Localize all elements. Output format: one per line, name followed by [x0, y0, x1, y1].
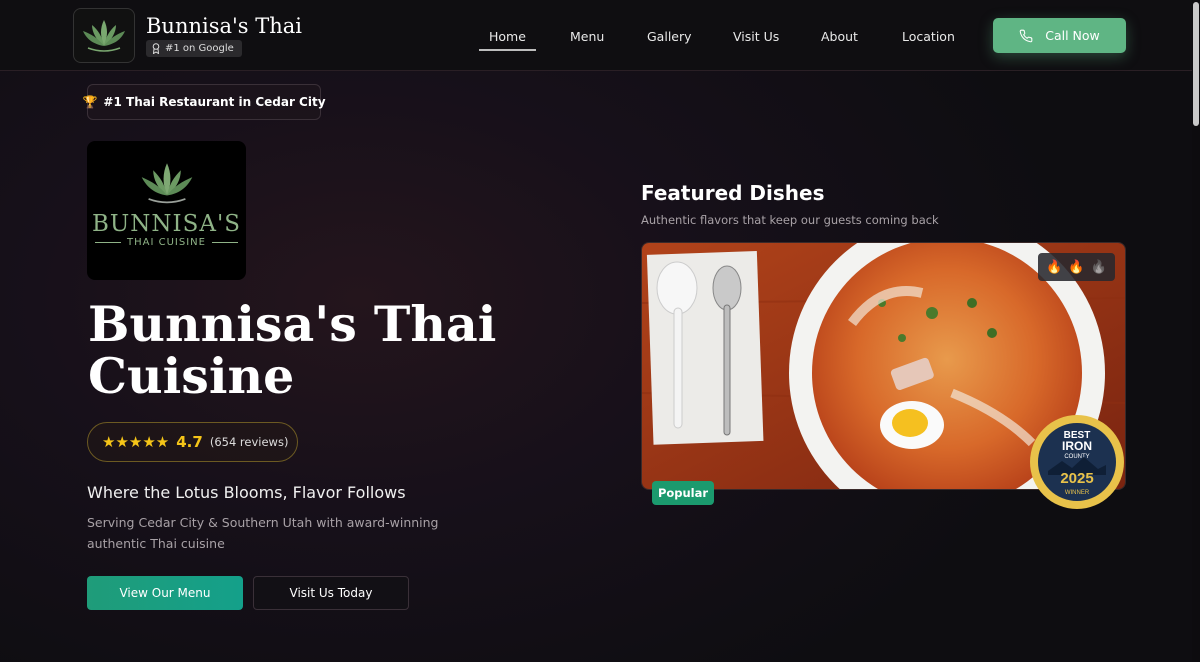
visit-us-button[interactable]: Visit Us Today	[253, 576, 409, 610]
hero-logo: BUNNISA'S THAI CUISINE	[87, 141, 246, 280]
rating-score: 4.7	[176, 433, 203, 451]
logo-subtitle: THAI CUISINE	[95, 237, 238, 248]
google-rank-text: #1 on Google	[165, 43, 234, 54]
hero-description: Serving Cedar City & Southern Utah with …	[87, 515, 439, 551]
scrollbar-thumb[interactable]	[1193, 2, 1199, 126]
featured-title: Featured Dishes	[641, 181, 825, 205]
call-now-button[interactable]: Call Now	[993, 18, 1126, 53]
star-icon: ★★★★★	[102, 433, 170, 451]
award-year: 2025	[1060, 470, 1093, 487]
nav-about[interactable]: About	[821, 29, 858, 44]
logo-subtitle-text: THAI CUISINE	[127, 237, 206, 248]
google-rank-badge: #1 on Google	[146, 40, 242, 57]
best-of-iron-county-award: BEST IRON COUNTY 2025 WINNER	[1030, 415, 1124, 509]
top-restaurant-badge: 🏆 #1 Thai Restaurant in Cedar City	[82, 84, 326, 120]
award-line2: IRON	[1062, 439, 1092, 453]
nav-visit-us[interactable]: Visit Us	[733, 29, 779, 44]
rating-badge[interactable]: ★★★★★ 4.7 (654 reviews)	[87, 422, 298, 462]
page-title: Bunnisa's Thai Cuisine	[88, 295, 497, 405]
nav-menu[interactable]: Menu	[570, 29, 604, 44]
brand-name[interactable]: Bunnisa's Thai	[146, 14, 302, 38]
award-foot: WINNER	[1065, 490, 1090, 496]
nav-location[interactable]: Location	[902, 29, 955, 44]
call-now-label: Call Now	[1045, 28, 1100, 43]
lotus-logo-icon	[83, 19, 125, 52]
trophy-icon: 🏆	[82, 95, 98, 109]
view-menu-button[interactable]: View Our Menu	[87, 576, 243, 610]
featured-subtitle: Authentic flavors that keep our guests c…	[641, 213, 939, 227]
popular-badge: Popular	[652, 481, 714, 505]
top-restaurant-text: #1 Thai Restaurant in Cedar City	[103, 95, 326, 109]
scrollbar[interactable]	[1192, 0, 1200, 662]
flame-icon: 🔥	[1068, 259, 1085, 275]
flame-outline-icon: 🔥	[1090, 259, 1107, 275]
flame-icon: 🔥	[1046, 259, 1063, 275]
phone-icon	[1019, 29, 1033, 42]
lotus-logo-icon	[141, 163, 192, 204]
nav-gallery[interactable]: Gallery	[647, 29, 692, 44]
nav-home[interactable]: Home	[479, 29, 536, 51]
top-navbar: Bunnisa's Thai #1 on Google Home Menu Ga…	[0, 0, 1200, 71]
brand-logo[interactable]	[73, 8, 135, 63]
review-count: (654 reviews)	[209, 435, 289, 449]
award-ribbon-icon	[152, 43, 160, 54]
hero-tagline: Where the Lotus Blooms, Flavor Follows	[87, 483, 406, 502]
logo-wordmark: BUNNISA'S	[91, 211, 242, 237]
spice-level-indicator: 🔥 🔥 🔥	[1038, 253, 1115, 281]
